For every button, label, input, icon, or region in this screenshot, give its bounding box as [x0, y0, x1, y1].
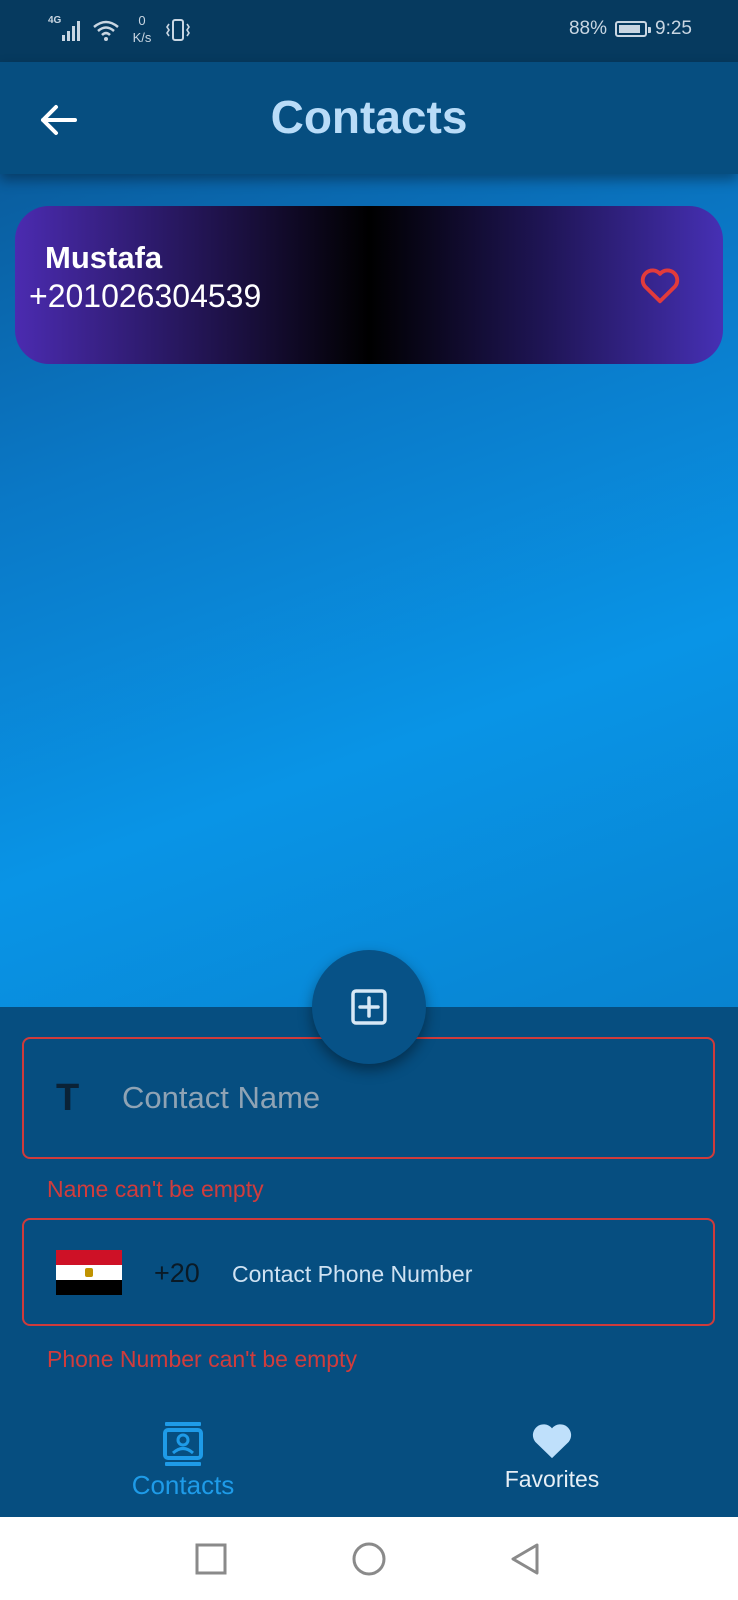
- battery-icon: [615, 21, 652, 37]
- app-bar: Contacts: [0, 62, 738, 174]
- flag-stripe-red: [56, 1250, 122, 1265]
- wifi-icon: [93, 20, 119, 41]
- nav-contacts-label: Contacts: [131, 1470, 235, 1500]
- cellular-signal: 4G: [48, 15, 84, 45]
- battery-percent: 88%: [568, 18, 608, 39]
- contact-phone: +201026304539: [29, 278, 262, 314]
- add-contact-button[interactable]: [312, 950, 426, 1064]
- contacts-icon: [163, 1422, 203, 1466]
- contacts-list: Mustafa +201026304539: [0, 174, 738, 1007]
- battery-fill: [619, 25, 641, 33]
- system-nav-bar: [0, 1517, 738, 1600]
- vibrate-icon: [166, 19, 190, 41]
- signal-bars-icon: [62, 21, 80, 41]
- net-speed-value: 0: [138, 13, 146, 28]
- contact-card[interactable]: Mustafa +201026304539: [15, 206, 723, 364]
- net-speed: 0 K/s: [128, 13, 156, 47]
- net-speed-unit: K/s: [132, 30, 152, 45]
- phone-error-text: Phone Number can't be empty: [47, 1346, 357, 1372]
- flag-stripe-black: [56, 1280, 122, 1295]
- heart-outline-icon: [640, 268, 680, 304]
- nav-favorites-label: Favorites: [504, 1466, 600, 1492]
- contact-phone-field[interactable]: +20: [22, 1218, 715, 1326]
- flag-emblem: [85, 1268, 93, 1277]
- status-bar: 4G 0 K/s 88% 9:25: [0, 0, 738, 62]
- heart-icon: [532, 1424, 572, 1459]
- nav-contacts[interactable]: Contacts: [73, 1420, 293, 1501]
- contact-name-input[interactable]: [120, 1067, 684, 1129]
- nav-favorites[interactable]: Favorites: [442, 1420, 662, 1493]
- page-title: Contacts: [270, 91, 468, 143]
- contact-phone-input[interactable]: [230, 1248, 684, 1300]
- dial-code: +20: [154, 1258, 200, 1288]
- back-triangle-icon[interactable]: [507, 1541, 543, 1577]
- plus-square-icon: [351, 989, 387, 1025]
- name-error-text: Name can't be empty: [47, 1176, 264, 1202]
- recents-square-icon[interactable]: [193, 1541, 229, 1577]
- egypt-flag-icon[interactable]: [56, 1250, 122, 1295]
- clock: 9:25: [655, 18, 692, 39]
- text-type-icon: T: [56, 1077, 80, 1119]
- status-left: 4G 0 K/s: [48, 13, 192, 47]
- home-circle-icon[interactable]: [351, 1541, 387, 1577]
- contact-name: Mustafa: [45, 240, 163, 275]
- status-right: 88% 9:25: [569, 18, 692, 40]
- favorite-button[interactable]: [637, 262, 683, 308]
- flag-stripe-white: [56, 1265, 122, 1280]
